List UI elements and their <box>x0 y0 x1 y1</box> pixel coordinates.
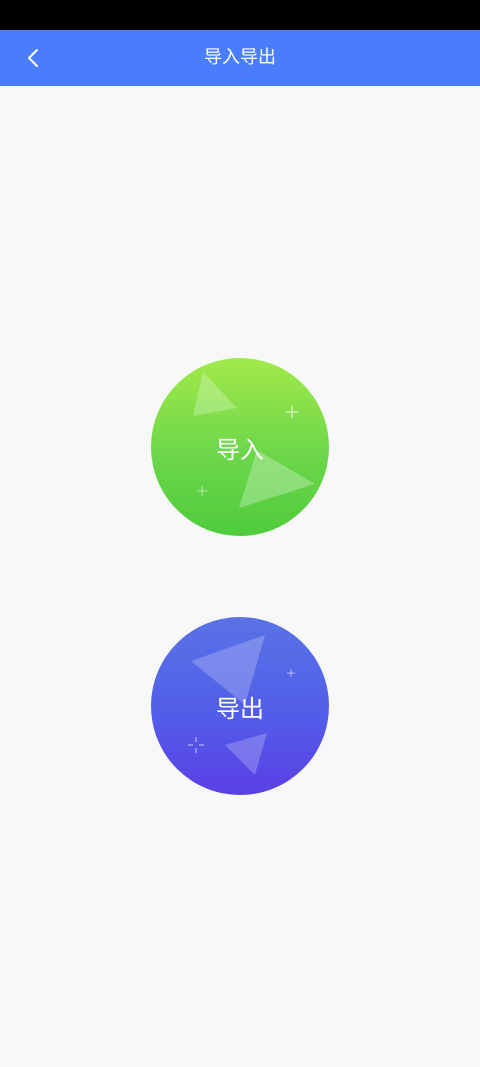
status-bar <box>0 0 480 30</box>
page-title: 导入导出 <box>204 47 276 68</box>
export-button[interactable]: 导出 <box>151 617 329 795</box>
export-label: 导出 <box>216 694 264 723</box>
import-button[interactable]: 导入 <box>151 358 329 536</box>
main-content: 导入 导出 <box>0 86 480 1067</box>
import-label: 导入 <box>216 435 264 464</box>
nav-bar: 导入导出 <box>0 30 480 86</box>
